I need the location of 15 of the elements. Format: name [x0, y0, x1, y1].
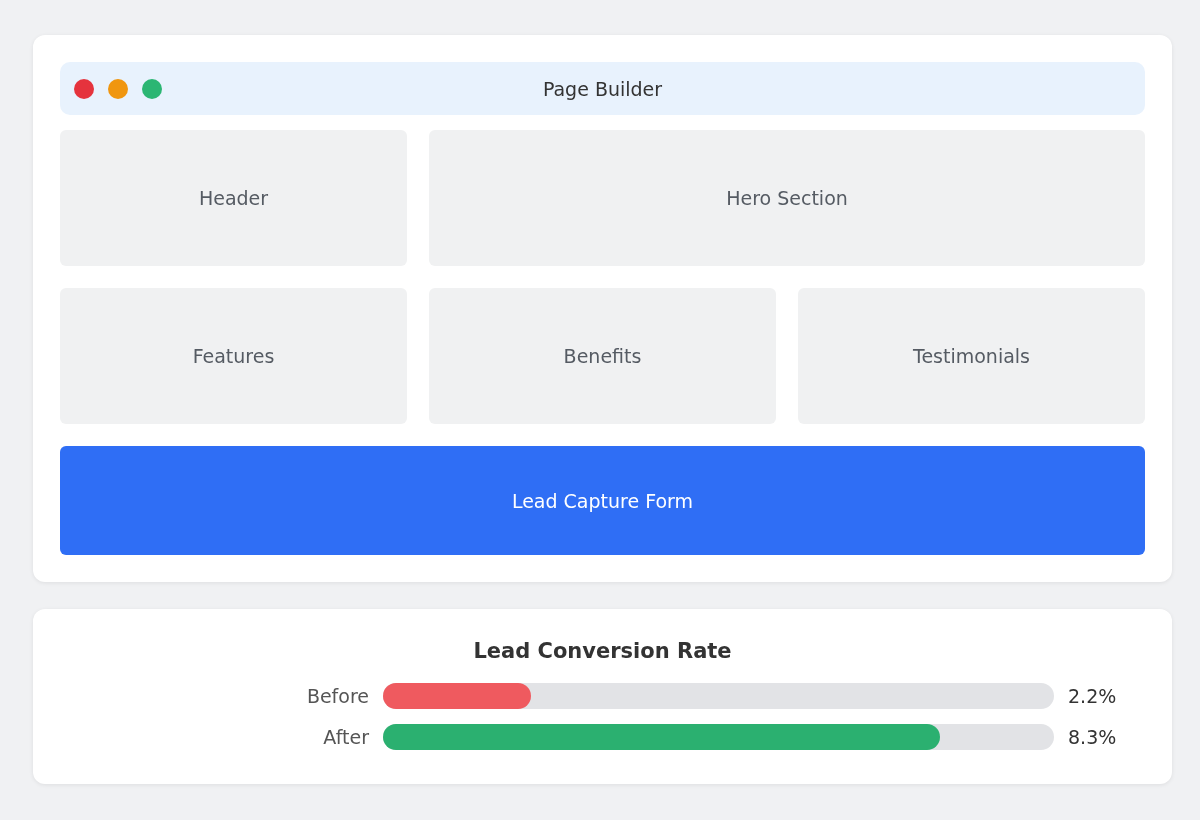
- bar-reading: 2.2%: [1068, 684, 1117, 707]
- close-dot[interactable]: [74, 78, 94, 99]
- bar-label: After: [323, 725, 369, 748]
- section-label: Lead Capture Form: [511, 489, 694, 512]
- window-title: Page Builder: [542, 77, 663, 100]
- bar-label: Before: [306, 684, 369, 707]
- section-label: Hero Section: [726, 187, 848, 209]
- minimize-dot[interactable]: [108, 78, 128, 99]
- bar-reading: 8.3%: [1068, 725, 1117, 748]
- section-label: Benefits: [563, 345, 642, 367]
- chart-title: Lead Conversion Rate: [473, 639, 732, 663]
- section-label: Features: [192, 345, 275, 367]
- section-label: Header: [198, 187, 269, 209]
- section-label: Testimonials: [913, 345, 1030, 367]
- maximize-dot[interactable]: [142, 78, 162, 99]
